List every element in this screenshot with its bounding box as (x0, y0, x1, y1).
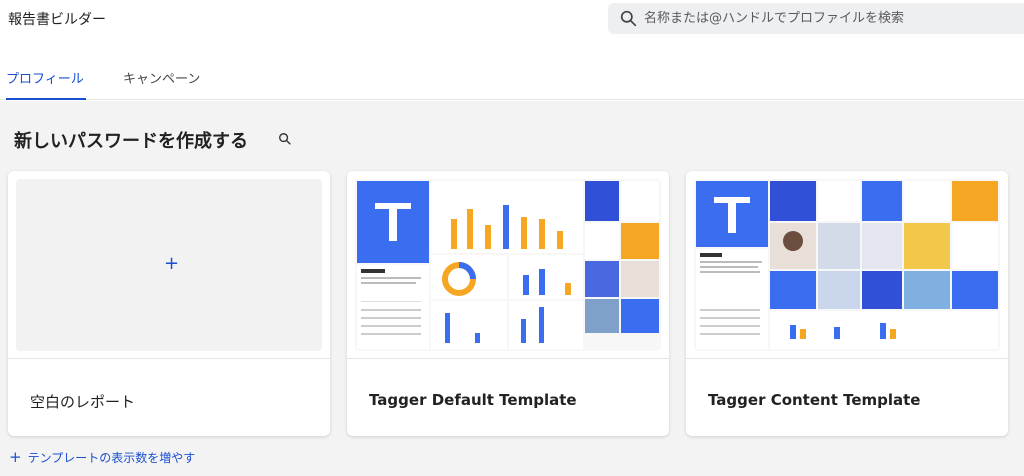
default-template-thumbnail (355, 179, 661, 351)
tab-campaign[interactable]: キャンペーン (123, 68, 200, 87)
section-search-icon[interactable] (278, 132, 292, 146)
default-template-card[interactable]: Tagger Default Template (347, 171, 669, 436)
search-icon (620, 10, 637, 27)
active-tab-indicator (6, 98, 86, 100)
card-divider (8, 358, 330, 359)
card-label: Tagger Content Template (708, 391, 921, 409)
show-more-templates-link[interactable]: + テンプレートの表示数を増やす (9, 448, 195, 466)
content-template-card[interactable]: Tagger Content Template (686, 171, 1008, 436)
content-template-preview-image (694, 179, 1000, 351)
profile-search-input[interactable] (644, 3, 1024, 34)
tab-bar: プロフィール キャンペーン (0, 58, 1024, 100)
profile-search[interactable] (608, 3, 1024, 34)
blank-report-thumbnail: + (16, 179, 322, 351)
tab-profile[interactable]: プロフィール (6, 68, 84, 87)
card-label: Tagger Default Template (369, 391, 577, 409)
default-template-preview-image (355, 179, 661, 351)
section-title: 新しいパスワードを作成する (14, 131, 248, 152)
card-divider (347, 358, 669, 359)
app-title: 報告書ビルダー (8, 12, 106, 28)
blank-report-card[interactable]: + 空白のレポート (8, 171, 330, 436)
content-template-thumbnail (694, 179, 1000, 351)
card-divider (686, 358, 1008, 359)
template-section: 新しいパスワードを作成する + 空白のレポート Tagger Default T… (0, 101, 1024, 476)
plus-icon: + (9, 448, 22, 466)
plus-icon: + (164, 253, 180, 274)
card-label: 空白のレポート (30, 393, 136, 411)
show-more-label: テンプレートの表示数を増やす (27, 451, 196, 465)
